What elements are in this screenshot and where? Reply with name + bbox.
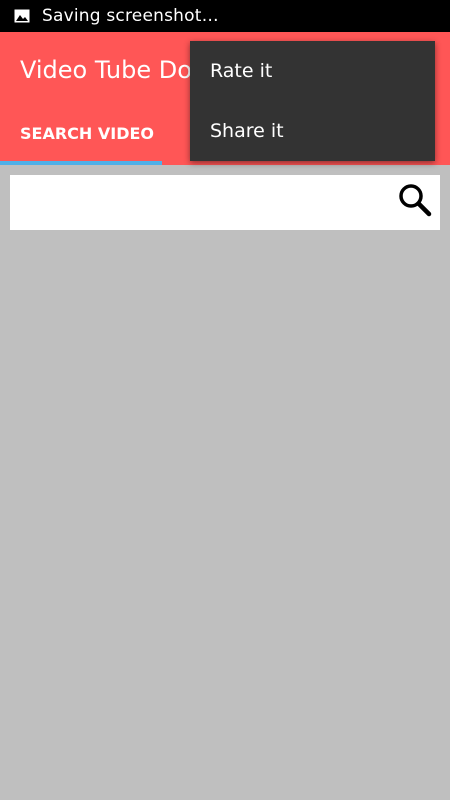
tab-selected-indicator — [0, 161, 162, 165]
overflow-menu: Rate it Share it — [190, 41, 435, 161]
tab-label: SEARCH VIDEO — [20, 124, 155, 143]
search-bar — [10, 175, 440, 230]
menu-item-rate-it[interactable]: Rate it — [190, 41, 435, 101]
tab-search-video[interactable]: SEARCH VIDEO — [0, 112, 162, 165]
results-area — [0, 230, 450, 800]
status-bar: Saving screenshot… — [0, 0, 450, 32]
search-button[interactable] — [390, 175, 440, 230]
menu-item-share-it[interactable]: Share it — [190, 101, 435, 161]
status-notification-text: Saving screenshot… — [42, 6, 219, 26]
menu-item-label: Share it — [210, 120, 284, 142]
app-title: Video Tube Dov — [20, 56, 207, 84]
menu-item-label: Rate it — [210, 60, 273, 82]
image-icon — [14, 9, 30, 23]
search-icon — [398, 183, 432, 222]
search-input[interactable] — [10, 175, 390, 230]
